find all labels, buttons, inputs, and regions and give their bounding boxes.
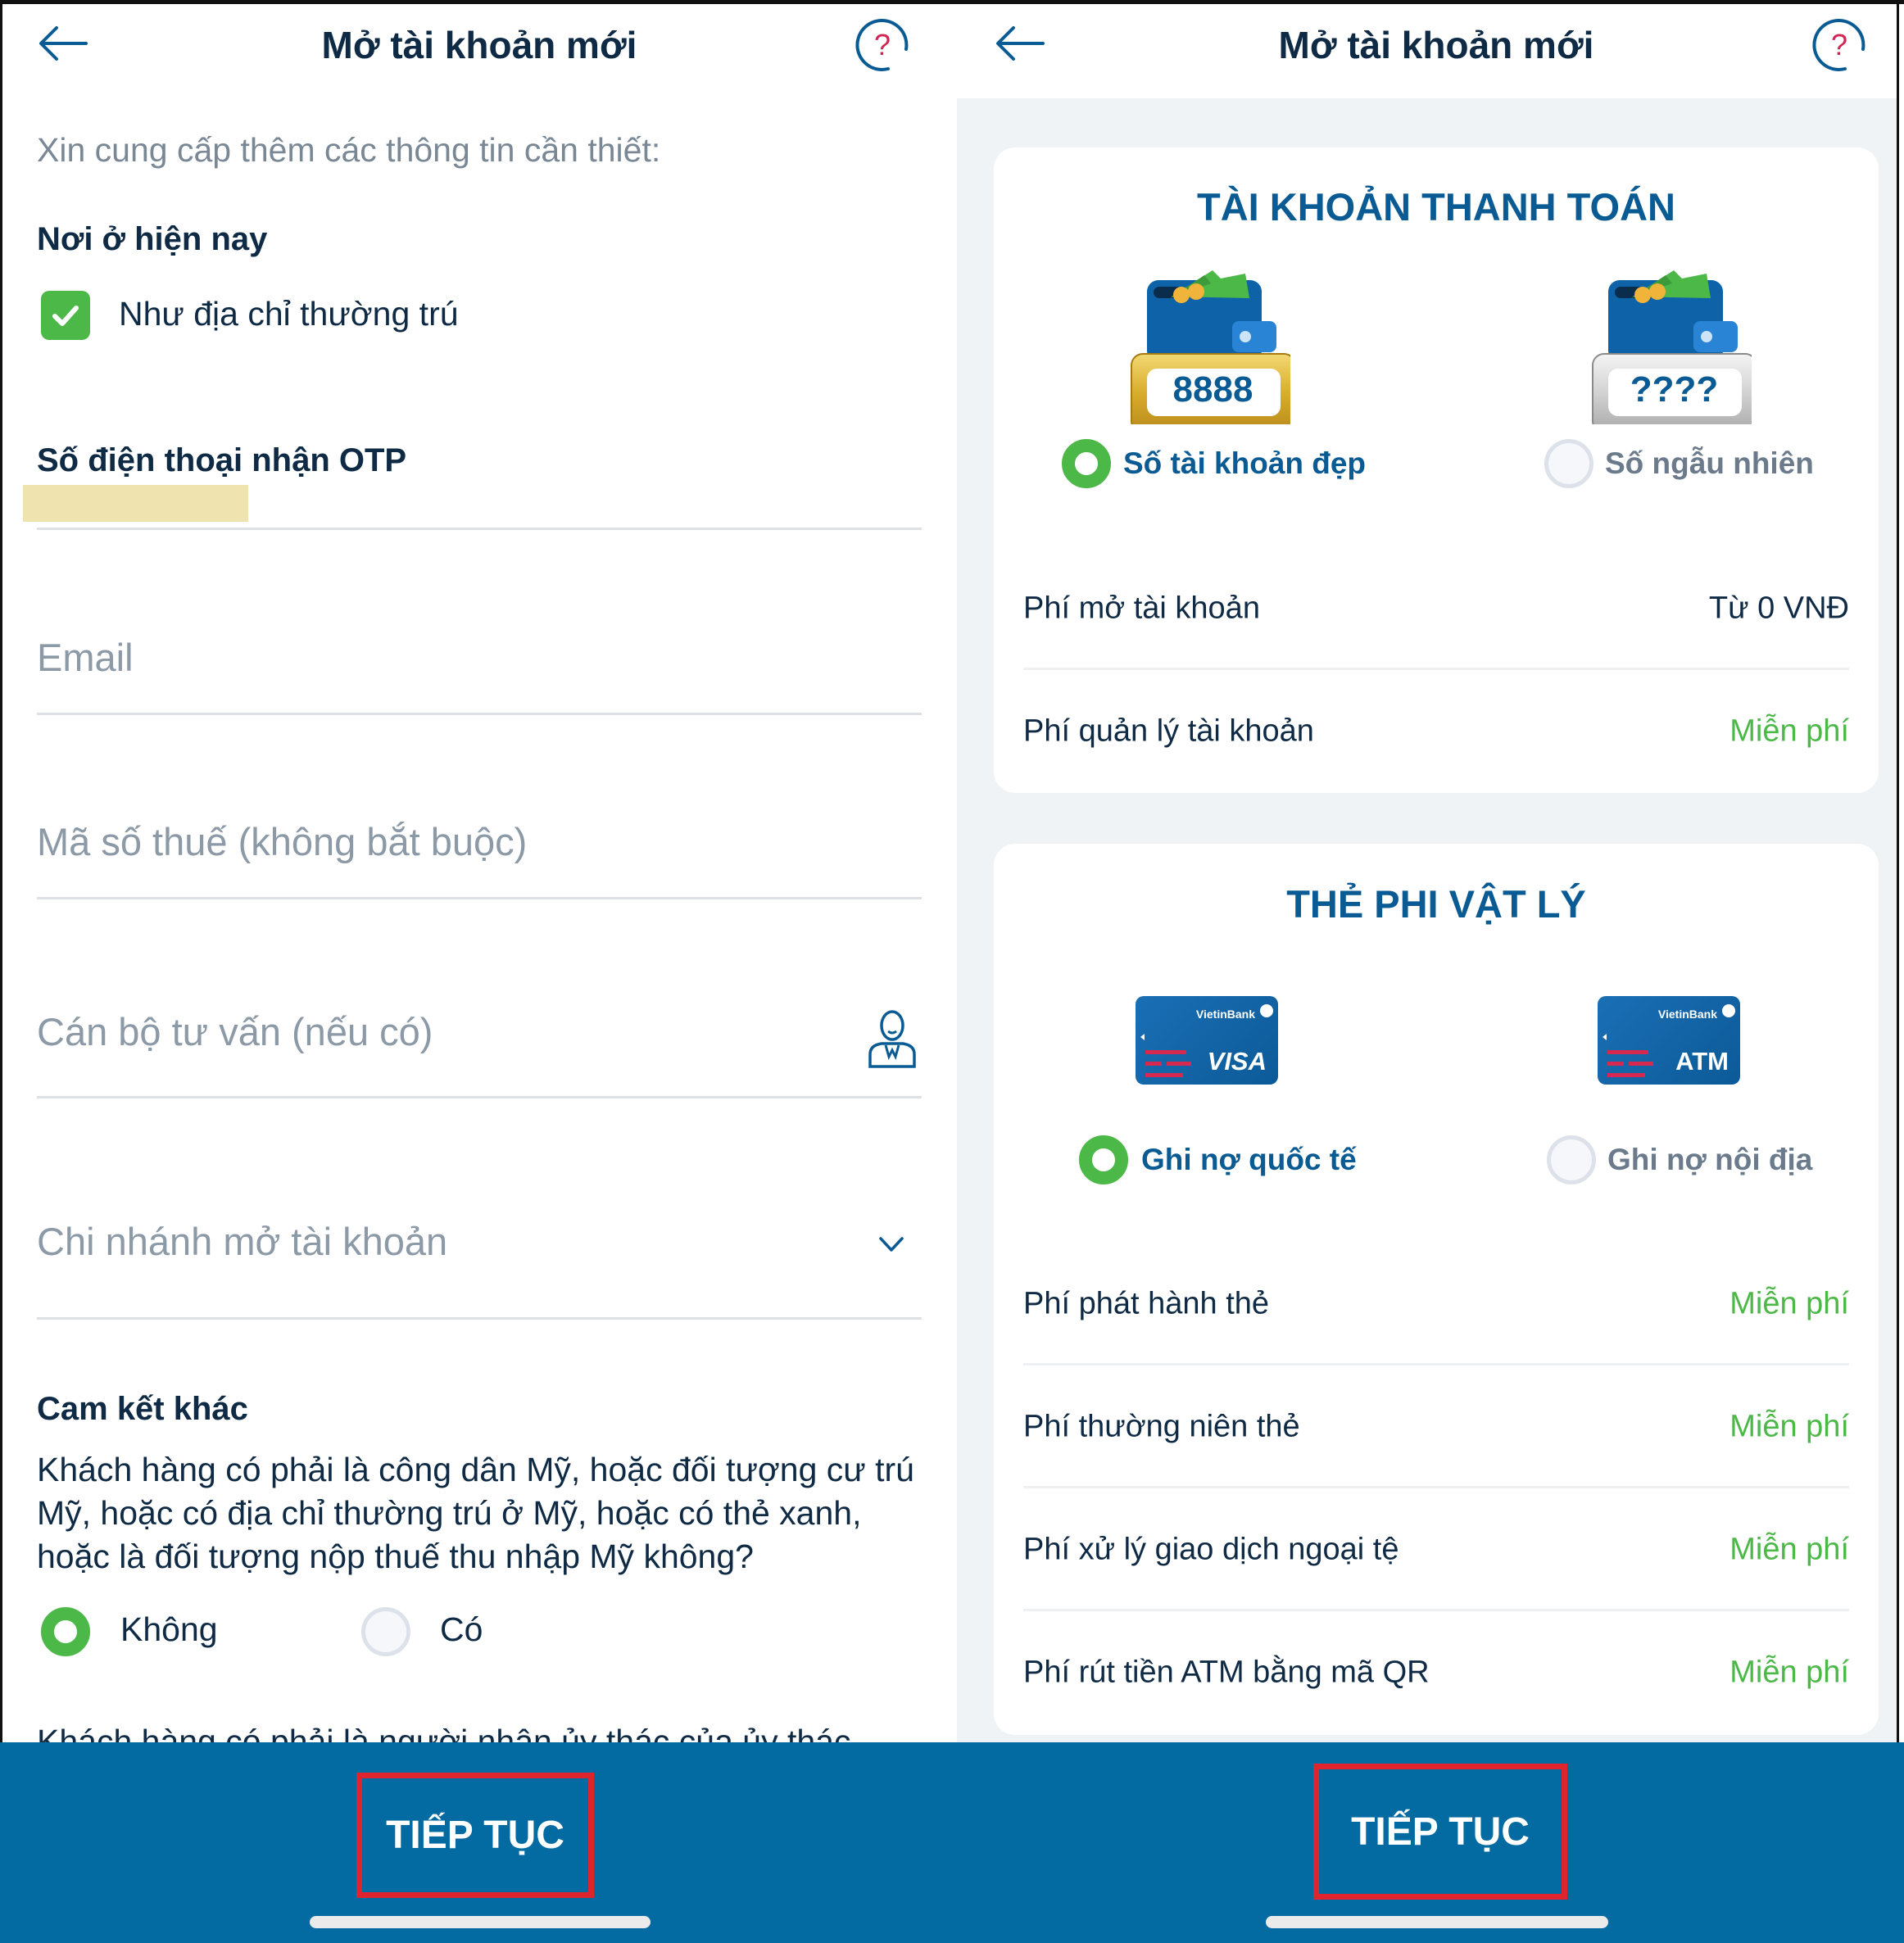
page-title: Mở tài khoản mới	[321, 24, 637, 66]
physical-card-card: THẺ PHI VẬT LÝ VietinBank VISA VietinBan…	[994, 844, 1879, 1735]
radio-label-no: Không	[120, 1610, 218, 1648]
payment-account-card: TÀI KHOẢN THANH TOÁN 8888 ???? Số tài kh…	[994, 147, 1879, 793]
radio-selected[interactable]	[1062, 439, 1111, 488]
arrow-left-icon[interactable]	[37, 23, 89, 64]
card-arrow-icon	[1603, 1034, 1607, 1040]
card-type: VISA	[1207, 1047, 1267, 1076]
email-input[interactable]: Email	[37, 635, 134, 680]
card-type: ATM	[1675, 1047, 1729, 1076]
radio-unselected[interactable]	[1547, 1135, 1596, 1184]
card-arrow-icon	[1140, 1034, 1145, 1040]
wallet-badge-8888: 8888	[1172, 369, 1253, 410]
svg-text:?: ?	[874, 28, 891, 61]
continue-button-right[interactable]: TIẾP TỤC	[1313, 1764, 1567, 1900]
option-label: Ghi nợ nội địa	[1607, 1143, 1813, 1176]
commitments-title: Cam kết khác	[37, 1391, 248, 1427]
otp-phone-label: Số điện thoại nhận OTP	[37, 442, 407, 478]
card-brand: VietinBank	[1657, 1008, 1717, 1021]
bottom-action-bar: TIẾP TỤC TIẾP TỤC	[0, 1742, 1904, 1943]
fee-label: Phí xử lý giao dịch ngoại tệ	[1023, 1532, 1399, 1567]
help-circle-icon[interactable]: ?	[855, 18, 909, 72]
checkbox-label: Như địa chỉ thường trú	[119, 295, 459, 333]
card-brand: VietinBank	[1195, 1008, 1255, 1021]
fee-label: Phí rút tiền ATM bằng mã QR	[1023, 1655, 1430, 1690]
frame-border-left	[0, 0, 2, 1745]
us-person-question: Khách hàng có phải là công dân Mỹ, hoặc …	[37, 1451, 914, 1575]
help-circle-icon[interactable]: ?	[1812, 18, 1866, 72]
home-indicator[interactable]	[1266, 1916, 1608, 1928]
fee-row: Phí phát hành thẻ Miễn phí	[1023, 1243, 1849, 1366]
radio-label-yes: Có	[440, 1610, 483, 1648]
fee-label: Phí mở tài khoản	[1023, 591, 1260, 626]
payment-account-title: TÀI KHOẢN THANH TOÁN	[1197, 185, 1675, 229]
branch-select[interactable]: Chi nhánh mở tài khoản	[37, 1219, 447, 1264]
branch-underline	[37, 1317, 922, 1320]
continue-button-left[interactable]: TIẾP TỤC	[356, 1773, 594, 1898]
fee-label: Phí phát hành thẻ	[1023, 1286, 1270, 1321]
tax-code-input[interactable]: Mã số thuế (không bắt buộc)	[37, 819, 527, 864]
fee-value: Miễn phí	[1729, 1286, 1849, 1321]
intro-text: Xin cung cấp thêm các thông tin cần thiế…	[37, 131, 661, 169]
radio-unselected[interactable]	[361, 1607, 410, 1656]
otp-phone-input[interactable]	[23, 485, 248, 522]
trustee-question-partial: Khách hàng có phải là người nhận ủy thác…	[37, 1723, 851, 1742]
home-indicator[interactable]	[310, 1916, 651, 1928]
fee-value: Miễn phí	[1729, 713, 1849, 749]
advisor-underline	[37, 1096, 922, 1098]
fee-row: Phí xử lý giao dịch ngoại tệ Miễn phí	[1023, 1488, 1849, 1611]
bank-logo-icon	[1722, 1004, 1735, 1017]
frame-border-right	[1897, 0, 1899, 1745]
fee-label: Phí quản lý tài khoản	[1023, 713, 1314, 749]
advisor-person-icon[interactable]	[867, 1009, 918, 1068]
option-label: Ghi nợ quốc tế	[1141, 1143, 1357, 1176]
checkbox-checked[interactable]	[41, 291, 90, 340]
chevron-down-icon[interactable]	[878, 1235, 904, 1253]
radio-selected[interactable]	[1079, 1135, 1128, 1184]
atm-card-image: VietinBank ATM	[1598, 996, 1740, 1085]
fee-value: Từ 0 VNĐ	[1708, 591, 1849, 626]
visa-card-image: VietinBank VISA	[1136, 996, 1278, 1085]
email-underline	[37, 713, 922, 715]
radio-unselected[interactable]	[1544, 439, 1593, 488]
residence-title: Nơi ở hiện nay	[37, 221, 268, 257]
fee-row: Phí thường niên thẻ Miễn phí	[1023, 1366, 1849, 1488]
fee-row: Phí quản lý tài khoản Miễn phí	[1023, 670, 1849, 793]
option-label: Số tài khoản đẹp	[1123, 446, 1367, 480]
advisor-input[interactable]: Cán bộ tư vấn (nếu có)	[37, 1009, 433, 1054]
fee-value: Miễn phí	[1729, 1655, 1849, 1690]
radio-selected[interactable]	[41, 1607, 90, 1656]
tax-code-underline	[37, 897, 922, 899]
page-title: Mở tài khoản mới	[1278, 24, 1594, 66]
bank-logo-icon	[1260, 1004, 1273, 1017]
svg-text:?: ?	[1831, 28, 1847, 61]
fee-label: Phí thường niên thẻ	[1023, 1409, 1300, 1444]
physical-card-title: THẺ PHI VẬT LÝ	[1286, 882, 1586, 926]
fee-value: Miễn phí	[1729, 1409, 1849, 1444]
fee-value: Miễn phí	[1729, 1532, 1849, 1567]
checkmark-icon	[52, 306, 79, 326]
arrow-left-icon[interactable]	[994, 23, 1046, 64]
fee-row: Phí mở tài khoản Từ 0 VNĐ	[1023, 547, 1849, 670]
otp-phone-underline	[37, 528, 922, 530]
fee-row: Phí rút tiền ATM bằng mã QR Miễn phí	[1023, 1611, 1849, 1734]
frame-border-top	[0, 0, 1904, 4]
wallet-badge-random: ????	[1630, 369, 1719, 410]
option-label: Số ngẫu nhiên	[1605, 446, 1814, 480]
